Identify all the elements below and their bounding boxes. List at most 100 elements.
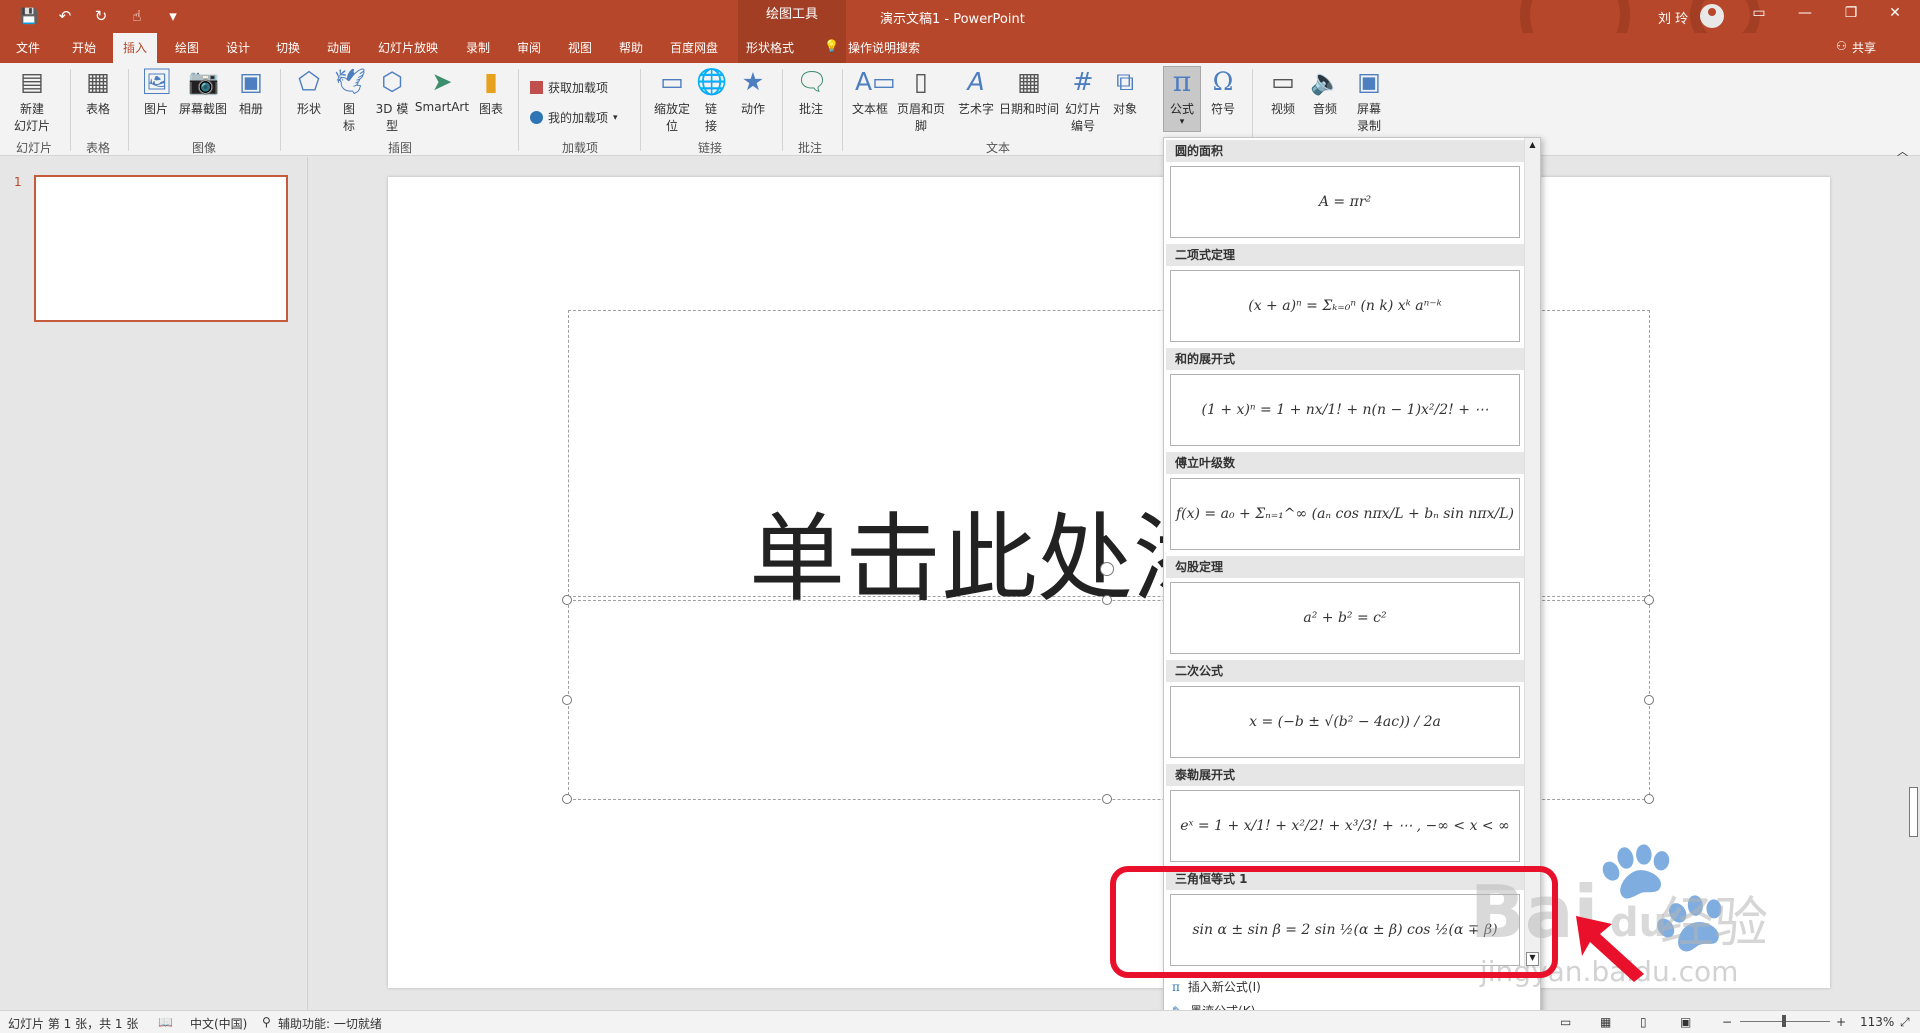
minimize-icon[interactable]: — [1790,5,1820,21]
album-button[interactable]: ▣ 相册 [234,67,268,117]
comment-button[interactable]: 🗨 批注 [794,67,828,117]
language[interactable]: 中文(中国) [190,1015,247,1032]
zoom-level[interactable]: 113% [1860,1015,1894,1029]
equation-button[interactable]: π 公式 ▾ [1163,66,1201,132]
tab-slideshow[interactable]: 幻灯片放映 [378,39,438,56]
datetime-button[interactable]: ▦ 日期和时间 [998,67,1060,117]
tab-baidu-netdisk[interactable]: 百度网盘 [670,39,718,56]
resize-handle[interactable] [1644,695,1654,705]
status-bar: 幻灯片 第 1 张，共 1 张 📖 中文(中国) ⚲ 辅助功能: 一切就绪 ▭ … [0,1010,1920,1033]
video-button[interactable]: ▭ 视频 [1266,67,1300,117]
equation-fourier[interactable]: f(x) = a₀ + Σₙ₌₁^∞ (aₙ cos nπx/L + bₙ si… [1170,478,1520,550]
avatar[interactable] [1700,4,1724,28]
chevron-down-icon: ▾ [1179,117,1185,127]
tab-help[interactable]: 帮助 [619,39,643,56]
wordart-button[interactable]: A 艺术字 [956,67,996,117]
slide-sorter-icon[interactable]: ▦ [1600,1015,1611,1029]
my-addins-button[interactable]: 我的加载项 ▾ [530,109,618,126]
header-footer-button[interactable]: ▯ 页眉和页脚 [892,67,950,134]
fit-slide-icon[interactable]: ⤢ [1900,1015,1910,1030]
resize-handle[interactable] [1102,794,1112,804]
tab-view[interactable]: 视图 [568,39,592,56]
redo-icon[interactable]: ↻ [90,7,112,25]
screen-record-button[interactable]: ▣ 屏幕 录制 [1350,67,1388,134]
resize-handle[interactable] [562,695,572,705]
slideshow-view-icon[interactable]: ▣ [1680,1015,1691,1029]
comment-label: 批注 [798,102,823,116]
slide-number-button[interactable]: # 幻灯片 编号 [1062,67,1104,134]
save-icon[interactable]: 💾 [18,7,40,25]
textbox-label: 文本框 [851,102,888,116]
resize-handle[interactable] [1102,595,1112,605]
slide-thumbnail[interactable] [34,175,288,322]
smartart-button[interactable]: ➤ SmartArt [414,67,470,114]
ribbon-display-options-icon[interactable]: ▭ [1744,5,1774,21]
reading-view-icon[interactable]: ▯ [1640,1015,1647,1029]
rotate-handle-icon[interactable] [1100,562,1114,576]
user-name[interactable]: 刘 玲 [1658,8,1688,27]
tab-draw[interactable]: 绘图 [175,39,199,56]
link-button[interactable]: 🌐 链 接 [696,67,727,134]
shapes-button[interactable]: ⬠ 形状 [292,67,326,117]
accessibility-status[interactable]: 辅助功能: 一切就绪 [278,1015,382,1032]
object-button[interactable]: ⧉ 对象 [1108,67,1142,117]
share-button[interactable]: 共享 [1852,39,1876,56]
tab-file[interactable]: 文件 [16,39,40,56]
symbol-button[interactable]: Ω 符号 [1206,67,1240,117]
tell-me-search[interactable]: 操作说明搜索 [848,39,920,56]
group-separator [518,69,519,151]
zoom-in-icon[interactable]: + [1836,1015,1846,1029]
zoom-button[interactable]: ▭ 缩放定 位 [650,67,694,134]
resize-handle[interactable] [562,595,572,605]
equation-quadratic[interactable]: x = (−b ± √(b² − 4ac)) / 2a [1170,686,1520,758]
cube-icon: ⬡ [381,67,403,96]
scrollbar-thumb[interactable] [1909,787,1918,837]
normal-view-icon[interactable]: ▭ [1560,1015,1571,1029]
scroll-up-icon[interactable]: ▲ [1527,140,1538,151]
equation-circle-area[interactable]: A = πr² [1170,166,1520,238]
audio-button[interactable]: 🔈 音频 [1308,67,1342,117]
customize-qat-icon[interactable]: ▾ [162,7,184,25]
resize-handle[interactable] [562,794,572,804]
screenshot-button[interactable]: 📷 屏幕截图 [178,67,228,117]
tab-shape-format[interactable]: 形状格式 [746,39,794,56]
resize-handle[interactable] [1644,794,1654,804]
equation-pythagorean[interactable]: a² + b² = c² [1170,582,1520,654]
equation-taylor[interactable]: eˣ = 1 + x/1! + x²/2! + x³/3! + ⋯ , −∞ <… [1170,790,1520,862]
undo-icon[interactable]: ↶ [54,7,76,25]
tab-insert[interactable]: 插入 [113,33,158,63]
action-button[interactable]: ★ 动作 [736,67,770,117]
shapes-label: 形状 [296,102,321,116]
close-icon[interactable]: ✕ [1880,5,1910,21]
table-button[interactable]: ▦ 表格 [78,67,118,117]
tab-record[interactable]: 录制 [466,39,490,56]
resize-handle[interactable] [1644,595,1654,605]
tab-home[interactable]: 开始 [72,39,96,56]
chart-button[interactable]: ▮ 图表 [474,67,508,117]
zoom-slider-thumb[interactable] [1782,1015,1786,1027]
spellcheck-icon[interactable]: 📖 [158,1015,173,1029]
get-addins-button[interactable]: 获取加载项 [530,79,608,96]
addins-icon [530,111,543,124]
touch-mode-icon[interactable]: ☝ [126,7,148,25]
new-slide-button[interactable]: ▤ 新建 幻灯片 [8,67,56,134]
3d-model-button[interactable]: ⬡ 3D 模 型 [372,67,412,134]
tab-transitions[interactable]: 切换 [276,39,300,56]
tab-review[interactable]: 审阅 [517,39,541,56]
tab-design[interactable]: 设计 [226,39,250,56]
zoom-out-icon[interactable]: − [1722,1015,1732,1029]
collapse-ribbon-icon[interactable]: ︿ [1897,143,1908,159]
restore-icon[interactable]: ❐ [1836,5,1866,21]
textbox-button[interactable]: A▭ 文本框 [850,67,896,117]
icons-button[interactable]: 🕊 图 标 [334,67,366,134]
slide-scrollbar[interactable] [1908,157,1920,1010]
bird-icon: 🕊 [334,67,366,96]
equation-binomial[interactable]: (x + a)ⁿ = Σₖ₌₀ⁿ (n k) xᵏ aⁿ⁻ᵏ [1170,270,1520,342]
highlight-annotation [1110,866,1558,978]
picture-button[interactable]: 🖼 图片 [138,67,174,117]
slide-number-label: 幻灯片 编号 [1064,102,1101,133]
insert-new-equation[interactable]: π 插入新公式(I) [1172,978,1261,995]
equation-sum-expansion[interactable]: (1 + x)ⁿ = 1 + nx/1! + n(n − 1)x²/2! + ⋯ [1170,374,1520,446]
tab-animations[interactable]: 动画 [327,39,351,56]
group-separator [128,69,129,151]
